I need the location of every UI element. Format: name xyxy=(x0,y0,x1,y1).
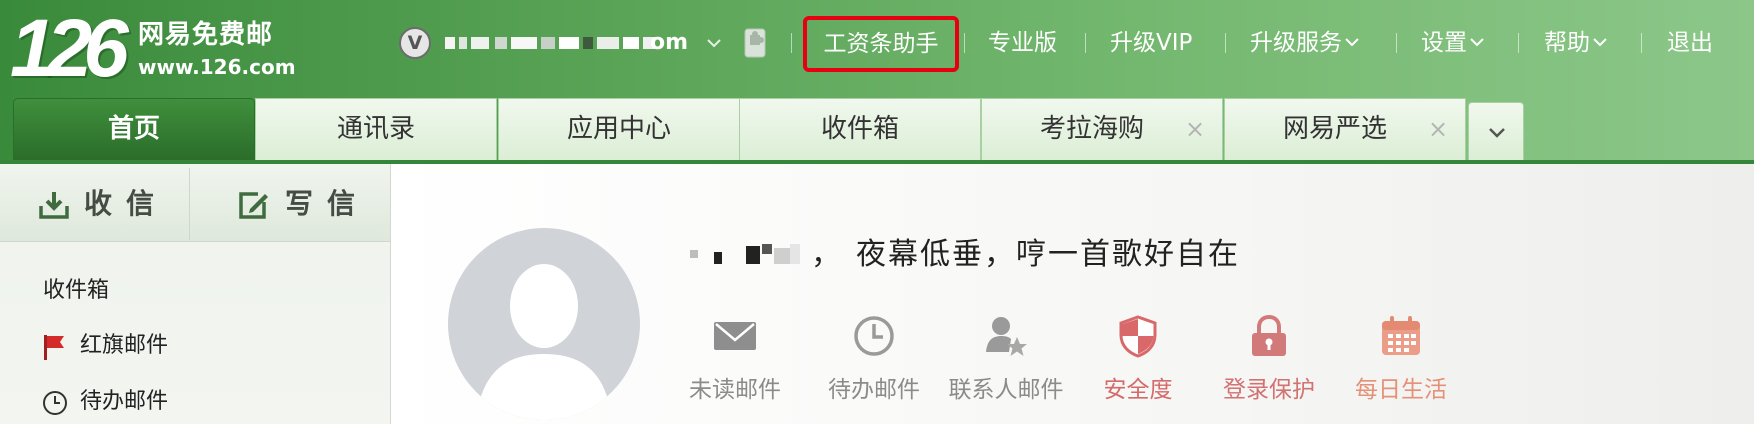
tab-yanxuan[interactable]: 网易严选 × xyxy=(1224,98,1466,160)
nav-settings[interactable]: 设置 xyxy=(1421,28,1484,58)
greeting-message: 夜幕低垂，哼一首歌好自在 xyxy=(856,237,1240,272)
avatar[interactable] xyxy=(448,228,640,420)
greeting-comma: ， xyxy=(811,237,841,272)
shortcut-label: 待办邮件 xyxy=(828,377,920,403)
sidebar-item-label: 收件箱 xyxy=(43,278,110,303)
contacts-star-icon xyxy=(986,317,1027,356)
tab-label: 应用中心 xyxy=(566,114,671,144)
clock-icon xyxy=(854,316,894,356)
nav-upgrade-vip[interactable]: 升级VIP xyxy=(1110,28,1192,58)
logo-url: www.126.com xyxy=(138,55,296,79)
receive-mail-button[interactable]: 收信 xyxy=(0,168,190,240)
shield-icon xyxy=(1119,315,1157,358)
compose-label: 写信 xyxy=(285,187,370,220)
mobile-app-icon[interactable] xyxy=(744,28,766,58)
shortcut-todo[interactable]: 待办邮件 xyxy=(809,314,939,414)
shortcut-label: 每日生活 xyxy=(1355,377,1447,403)
shortcut-label: 安全度 xyxy=(1103,377,1173,403)
shortcut-contacts-mail[interactable]: 联系人邮件 xyxy=(941,314,1071,414)
sidebar-item-label: 待办邮件 xyxy=(80,389,169,414)
nav-divider xyxy=(1085,33,1086,53)
shortcut-security[interactable]: 安全度 xyxy=(1073,314,1203,414)
close-icon[interactable]: × xyxy=(1184,99,1206,159)
clock-icon xyxy=(43,391,67,415)
nav-divider xyxy=(1225,33,1226,53)
tab-contacts[interactable]: 通讯录 xyxy=(255,98,497,160)
top-header: 126 网易免费邮 www.126.com V om 工资条助手 专业版 升级V… xyxy=(0,0,1754,164)
logo-126[interactable]: 126 xyxy=(10,8,129,90)
payslip-assistant-link[interactable]: 工资条助手 xyxy=(803,16,959,72)
nav-label: 专业版 xyxy=(988,30,1057,56)
shortcut-label: 登录保护 xyxy=(1223,377,1315,403)
nav-pro-edition[interactable]: 专业版 xyxy=(988,28,1057,58)
nav-divider xyxy=(1518,33,1519,53)
receive-label: 收信 xyxy=(84,187,169,220)
nav-divider xyxy=(791,33,792,53)
logo-name: 网易免费邮 xyxy=(138,20,274,50)
tab-label: 通讯录 xyxy=(336,114,415,144)
chevron-down-icon xyxy=(1489,128,1505,138)
tab-kaola[interactable]: 考拉海购 × xyxy=(981,98,1223,160)
tab-app-center[interactable]: 应用中心 xyxy=(498,98,740,160)
sidebar-item-label: 红旗邮件 xyxy=(80,333,169,358)
account-email[interactable]: om xyxy=(445,30,688,56)
chevron-down-icon[interactable] xyxy=(706,38,722,48)
chevron-down-icon xyxy=(1470,37,1484,46)
nav-upgrade-service[interactable]: 升级服务 xyxy=(1250,28,1359,58)
nav-label: 升级服务 xyxy=(1250,30,1342,56)
user-name xyxy=(690,240,805,270)
calendar-icon xyxy=(1382,316,1420,355)
shortcut-daily-life[interactable]: 每日生活 xyxy=(1336,314,1466,414)
nav-label: 升级VIP xyxy=(1110,30,1193,56)
shortcut-label: 联系人邮件 xyxy=(948,377,1064,403)
envelope-icon xyxy=(714,322,756,350)
sidebar-item-inbox[interactable]: 收件箱 xyxy=(0,271,390,311)
nav-label: 设置 xyxy=(1421,30,1467,56)
tab-label: 首页 xyxy=(107,114,160,144)
tab-label: 考拉海购 xyxy=(1039,114,1144,144)
tab-more-button[interactable] xyxy=(1468,102,1524,160)
compose-icon xyxy=(239,192,268,219)
lock-icon xyxy=(1252,314,1286,356)
nav-help[interactable]: 帮助 xyxy=(1544,28,1607,58)
email-suffix: om xyxy=(649,30,688,55)
user-silhouette-icon xyxy=(476,264,612,420)
shortcut-login-protection[interactable]: 登录保护 xyxy=(1204,314,1334,414)
nav-label: 帮助 xyxy=(1544,30,1590,56)
nav-divider xyxy=(1641,33,1642,53)
shortcut-label: 未读邮件 xyxy=(689,377,781,403)
close-icon[interactable]: × xyxy=(1427,99,1449,159)
sidebar-item-todo[interactable]: 待办邮件 xyxy=(0,382,390,422)
tab-label: 收件箱 xyxy=(820,114,899,144)
shortcut-unread[interactable]: 未读邮件 xyxy=(670,314,800,414)
chevron-down-icon xyxy=(1593,37,1607,46)
tab-inbox[interactable]: 收件箱 xyxy=(739,98,981,160)
vip-badge-icon[interactable]: V xyxy=(399,27,431,59)
chevron-down-icon xyxy=(1345,37,1359,46)
tab-home[interactable]: 首页 xyxy=(13,98,255,160)
red-flag-icon xyxy=(44,335,64,360)
sidebar-actions: 收信 写信 xyxy=(0,164,390,242)
compose-button[interactable]: 写信 xyxy=(191,168,390,240)
nav-divider xyxy=(964,33,965,53)
download-icon xyxy=(39,192,69,219)
sidebar-item-flagged[interactable]: 红旗邮件 xyxy=(0,326,390,366)
nav-divider xyxy=(1396,33,1397,53)
tab-label: 网易严选 xyxy=(1282,114,1387,144)
nav-label: 退出 xyxy=(1667,30,1713,56)
sidebar: 收信 写信 收件箱 红旗邮件 待办邮件 xyxy=(0,164,391,424)
nav-logout[interactable]: 退出 xyxy=(1667,28,1713,58)
